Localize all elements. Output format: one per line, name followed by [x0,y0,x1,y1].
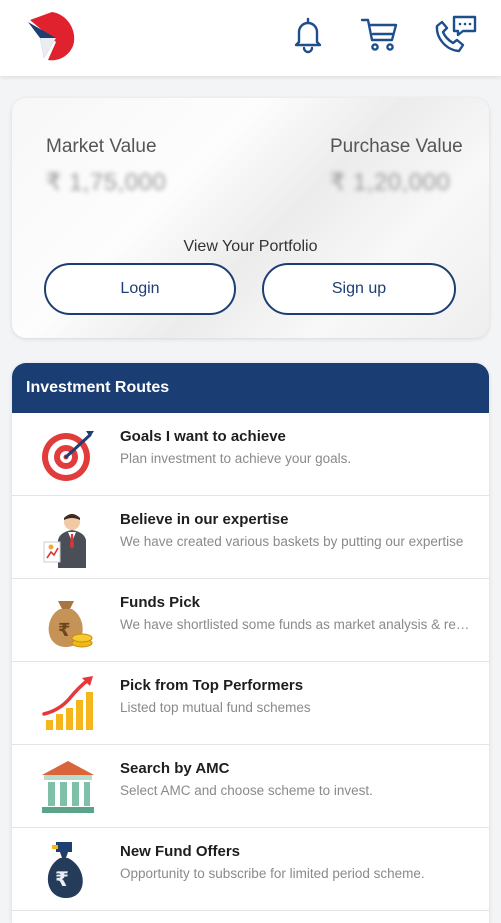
investment-routes-panel: Investment Routes Goals I want to achiev… [12,363,489,923]
cart-icon[interactable] [360,14,400,54]
route-funds-pick[interactable]: ₹ Funds Pick We have shortlisted some fu… [12,579,489,662]
bank-icon [42,761,94,813]
route-title: Believe in our expertise [120,511,289,528]
route-description: Plan investment to achieve your goals. [120,451,352,466]
route-expertise[interactable]: Believe in our expertise We have created… [12,496,489,579]
rupee-bag-icon: ₹ [47,842,83,898]
bell-icon[interactable] [288,14,328,54]
svg-text:₹: ₹ [55,867,69,891]
purchase-value: ₹ 1,20,000 [330,169,451,196]
route-goals[interactable]: Goals I want to achieve Plan investment … [12,413,489,496]
svg-text:₹: ₹ [58,620,71,641]
route-title: New Fund Offers [120,843,241,860]
route-title: Goals I want to achieve [120,428,286,445]
view-portfolio-label: View Your Portfolio [183,238,318,255]
route-title: Pick from Top Performers [120,677,304,694]
route-description: Select AMC and choose scheme to invest. [120,783,373,798]
market-value: ₹ 1,75,000 [46,169,167,196]
purchase-value-label: Purchase Value [330,136,463,157]
route-search-amc[interactable]: Search by AMC Select AMC and choose sche… [12,745,489,828]
arrow-logo-icon[interactable] [22,8,78,64]
route-description: We have created various baskets by putti… [120,534,464,549]
portfolio-card: Market Value ₹ 1,75,000 Purchase Value ₹… [12,98,489,338]
route-top-performers[interactable]: Pick from Top Performers Listed top mutu… [12,662,489,745]
growth-chart-icon [42,676,93,730]
top-bar [0,0,501,76]
target-icon [42,431,94,481]
route-new-fund-offers[interactable]: ₹ New Fund Offers Opportunity to subscri… [12,828,489,911]
money-bag-icon: ₹ [48,601,93,648]
route-title: Funds Pick [120,594,201,611]
investment-routes-header: Investment Routes [12,363,489,413]
route-description: We have shortlisted some funds as market… [120,617,476,632]
phone-chat-icon[interactable] [432,14,478,54]
market-value-label: Market Value [46,136,157,157]
route-description: Listed top mutual fund schemes [120,700,311,715]
expert-icon [43,514,86,568]
login-button[interactable]: Login [44,263,236,315]
signup-button[interactable]: Sign up [262,263,456,315]
route-title: Search by AMC [120,760,230,777]
route-description: Opportunity to subscribe for limited per… [120,866,425,881]
